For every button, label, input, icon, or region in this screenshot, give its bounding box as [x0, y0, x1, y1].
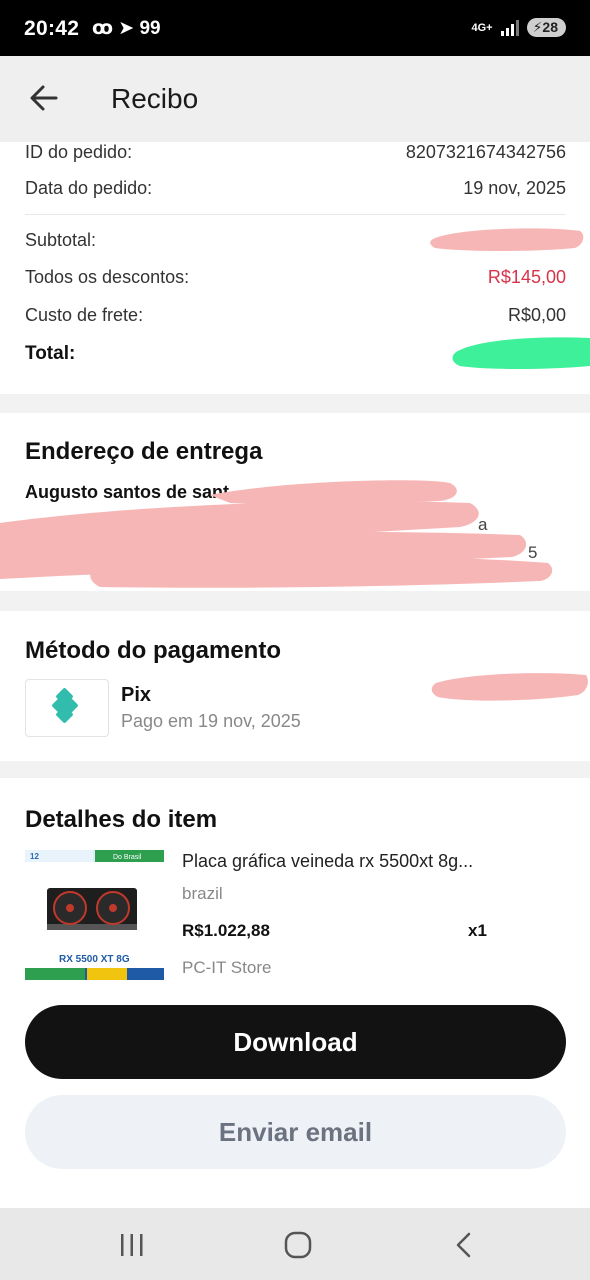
- address-section-title: Endereço de entrega: [25, 438, 263, 465]
- download-button[interactable]: Download: [25, 1005, 566, 1079]
- status-notification-icons: ꝏ ➤ 99: [92, 18, 161, 39]
- status-time: 20:42: [24, 17, 80, 40]
- recent-apps-icon[interactable]: [118, 1232, 146, 1258]
- shipping-row: Custo de frete: R$0,00: [25, 305, 566, 335]
- pix-icon: [52, 688, 78, 723]
- order-date-row: Data do pedido: 19 nov, 2025: [25, 178, 566, 208]
- order-date-value: 19 nov, 2025: [463, 178, 566, 198]
- page-title: Recibo: [111, 83, 199, 114]
- payment-date: Pago em 19 nov, 2025: [121, 711, 301, 731]
- battery-icon: ⚡28: [526, 18, 566, 37]
- item-details-card: Detalhes do item 12 Do Brasil RX 5500 XT…: [0, 778, 590, 983]
- actions-area: Download Enviar email: [0, 983, 590, 1208]
- subtotal-label: Subtotal:: [25, 230, 97, 250]
- battery-level: 28: [542, 19, 558, 35]
- payment-amount-redaction: [431, 673, 588, 701]
- shipping-value: R$0,00: [507, 305, 566, 325]
- back-button[interactable]: [26, 80, 62, 116]
- payment-method-name: Pix: [121, 684, 152, 706]
- payment-method-card: Método do pagamento Pix Pago em 19 nov, …: [0, 611, 590, 761]
- signal-icon: [500, 19, 519, 36]
- shipping-address-card: Endereço de entrega Augusto santos de sa…: [0, 413, 590, 591]
- status-right-group: 4G+ ⚡28: [471, 18, 566, 37]
- pix-logo-box: [25, 679, 109, 737]
- store-name[interactable]: PC-IT Store: [182, 958, 271, 978]
- app-header: Recibo: [0, 56, 590, 142]
- discounts-value: R$145,00: [487, 267, 566, 287]
- order-date-label: Data do pedido:: [25, 178, 153, 198]
- thumb-model-text: RX 5500 XT 8G: [59, 954, 130, 965]
- discounts-row: Todos os descontos: R$145,00: [25, 267, 566, 297]
- home-icon[interactable]: [283, 1230, 313, 1260]
- nav-back-icon[interactable]: [452, 1230, 476, 1260]
- send-email-button[interactable]: Enviar email: [25, 1095, 566, 1169]
- total-redaction: [452, 337, 590, 369]
- product-price: R$1.022,88: [182, 921, 270, 940]
- summary-divider: [25, 214, 566, 215]
- payment-section-title: Método do pagamento: [25, 637, 281, 664]
- discounts-label: Todos os descontos:: [25, 267, 190, 287]
- arrow-left-icon: [30, 85, 58, 111]
- address-redaction: [0, 480, 553, 588]
- order-id-value: 8207321674342756: [405, 142, 566, 162]
- subtotal-redaction: [430, 228, 584, 251]
- system-nav-bar: [0, 1208, 590, 1280]
- order-id-row: ID do pedido: 8207321674342756: [25, 142, 566, 172]
- product-thumbnail[interactable]: 12 Do Brasil RX 5500 XT 8G: [25, 850, 164, 980]
- order-summary-card: ID do pedido: 8207321674342756 Data do p…: [0, 142, 590, 394]
- product-quantity: x1: [468, 921, 487, 940]
- total-label: Total:: [25, 343, 76, 364]
- order-id-label: ID do pedido:: [25, 142, 133, 162]
- status-bar: 20:42 ꝏ ➤ 99 4G+ ⚡28: [0, 0, 590, 56]
- item-section-title: Detalhes do item: [25, 806, 218, 833]
- graphics-card-image: 12 Do Brasil RX 5500 XT 8G: [25, 850, 164, 980]
- network-type: 4G+: [471, 21, 493, 34]
- thumb-badge-12: 12: [30, 852, 39, 861]
- product-variant: brazil: [182, 884, 223, 903]
- shipping-label: Custo de frete:: [25, 305, 144, 325]
- product-name[interactable]: Placa gráfica veineda rx 5500xt 8g...: [182, 851, 473, 872]
- thumb-badge-brasil: Do Brasil: [113, 854, 142, 861]
